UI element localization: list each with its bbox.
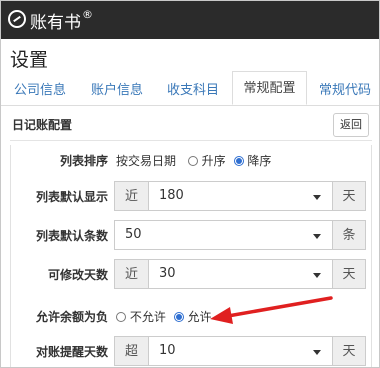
sort-descending-label[interactable]: 降序 (247, 154, 271, 168)
chevron-down-icon (313, 234, 321, 239)
chevron-down-icon (313, 195, 321, 200)
editable-days-value: 30 (159, 266, 176, 281)
sort-by-date-text: 按交易日期 (116, 154, 177, 168)
sort-ascending-radio[interactable] (187, 156, 198, 166)
editable-days-label: 可修改天数 (47, 268, 108, 282)
row-default-count: 列表默认条数 50 条 (11, 220, 371, 250)
app-logo[interactable]: 账有书® (30, 8, 93, 33)
allow-radio[interactable] (173, 312, 184, 322)
section-title: 日记账配置 (12, 118, 73, 132)
reconcile-reminder-select[interactable]: 10 (148, 336, 333, 366)
top-bar: 账有书® (1, 1, 379, 39)
red-arrow-icon (210, 296, 333, 324)
reconcile-reminder-suffix: 天 (332, 336, 366, 366)
sort-descending-radio[interactable] (233, 156, 244, 166)
reconcile-reminder-value: 10 (159, 343, 176, 358)
sort-ascending-label[interactable]: 升序 (202, 154, 226, 168)
editable-days-suffix: 天 (332, 259, 366, 289)
tab-income-expense-subjects[interactable]: 收支科目 (161, 77, 225, 105)
list-sort-label: 列表排序 (59, 154, 108, 168)
back-button[interactable]: 返回 (333, 113, 369, 137)
editable-days-prefix: 近 (114, 259, 149, 289)
reconcile-reminder-label: 对账提醒天数 (35, 345, 108, 359)
logo-icon (8, 10, 26, 28)
default-count-suffix: 条 (332, 220, 366, 250)
allow-negative-label: 允许余额为负 (35, 310, 108, 324)
tab-account-info[interactable]: 账户信息 (85, 77, 149, 105)
allow-negative-options: 不允许 允许 (116, 308, 212, 325)
default-display-value: 180 (159, 188, 184, 203)
tab-company-info[interactable]: 公司信息 (9, 77, 71, 105)
settings-tabs: 公司信息 账户信息 收支科目 常规配置 常规代码 (1, 71, 379, 106)
editable-days-select[interactable]: 30 (148, 259, 333, 289)
reconcile-reminder-prefix: 超 (114, 336, 149, 366)
disallow-label[interactable]: 不允许 (130, 310, 166, 324)
default-display-select[interactable]: 180 (148, 181, 333, 211)
chevron-down-icon (313, 350, 321, 355)
list-sort-options: 按交易日期 升序 降序 (116, 152, 271, 169)
disallow-radio[interactable] (116, 312, 126, 322)
tab-general-config[interactable]: 常规配置 (232, 71, 307, 105)
registered-mark: ® (82, 8, 93, 21)
section-header: 日记账配置 返回 (10, 112, 372, 141)
tab-general-codes[interactable]: 常规代码 (312, 77, 378, 105)
default-count-value: 50 (125, 227, 142, 242)
default-display-label: 列表默认显示 (35, 190, 108, 204)
app-name: 账有书 (30, 13, 81, 33)
chevron-down-icon (313, 273, 321, 278)
row-editable-days: 可修改天数 近 30 天 (11, 259, 371, 289)
default-display-suffix: 天 (332, 181, 366, 211)
default-count-select[interactable]: 50 (114, 220, 333, 250)
row-default-display: 列表默认显示 近 180 天 (11, 181, 371, 211)
app-window: 账有书® 设置 公司信息 账户信息 收支科目 常规配置 常规代码 日记账配置 返… (0, 0, 380, 368)
row-reconcile-reminder: 对账提醒天数 超 10 天 (11, 336, 371, 366)
page-title: 设置 (10, 49, 49, 71)
journal-config-form: 列表排序 按交易日期 升序 降序 列表默认显示 近 180 天 列表默认条数 5… (10, 145, 372, 367)
default-count-label: 列表默认条数 (35, 229, 108, 243)
default-display-prefix: 近 (114, 181, 149, 211)
row-list-sort: 列表排序 按交易日期 升序 降序 (11, 145, 371, 175)
